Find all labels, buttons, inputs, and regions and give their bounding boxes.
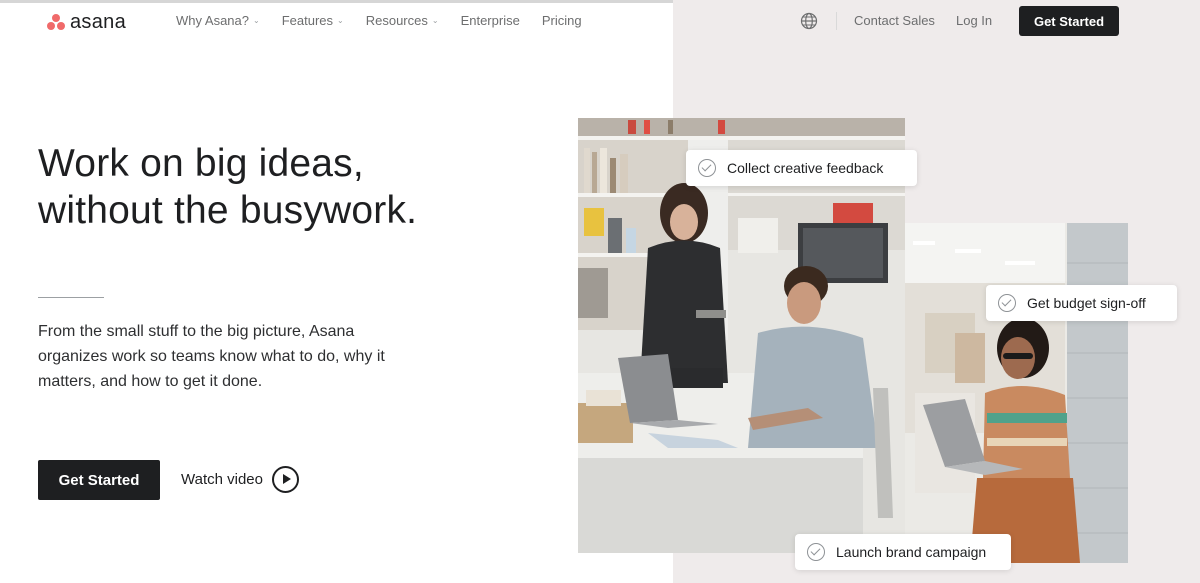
globe-icon[interactable]: [800, 12, 818, 30]
nav-item-why-asana[interactable]: Why Asana? ⌄: [176, 13, 260, 28]
hero-photo-woman-laptop: [905, 223, 1128, 563]
check-circle-icon: [698, 159, 716, 177]
nav-item-enterprise[interactable]: Enterprise: [461, 13, 520, 28]
check-circle-icon: [807, 543, 825, 561]
header-get-started-button[interactable]: Get Started: [1019, 6, 1119, 36]
play-circle-icon: [271, 466, 299, 493]
logo-wordmark: asana: [70, 10, 126, 33]
headline-line-2: without the busywork.: [38, 189, 418, 232]
task-card-label: Get budget sign-off: [1027, 295, 1146, 311]
chevron-down-icon: ⌄: [431, 16, 439, 25]
nav-label: Enterprise: [460, 13, 520, 28]
nav-label: Pricing: [541, 13, 582, 28]
main-nav: Why Asana? ⌄ Features ⌄ Resources ⌄ Ente…: [176, 13, 604, 28]
nav-label: Resources: [365, 13, 428, 28]
nav-item-resources[interactable]: Resources ⌄: [366, 13, 439, 28]
nav-item-features[interactable]: Features ⌄: [282, 13, 344, 28]
nav-item-pricing[interactable]: Pricing: [542, 13, 582, 28]
asana-logo-icon: [46, 13, 66, 31]
hero-divider: [38, 297, 104, 298]
watch-video-label: Watch video: [181, 471, 263, 488]
contact-sales-link[interactable]: Contact Sales: [854, 13, 935, 28]
header-divider: [836, 12, 837, 30]
headline-line-1: Work on big ideas,: [38, 142, 364, 185]
hero-headline: Work on big ideas, without the busywork.: [38, 140, 558, 234]
task-card-label: Launch brand campaign: [836, 544, 987, 560]
task-card-brand-campaign: Launch brand campaign: [795, 534, 1011, 570]
chevron-down-icon: ⌄: [337, 16, 344, 25]
site-header: asana Why Asana? ⌄ Features ⌄ Resources …: [0, 3, 1200, 43]
check-circle-icon: [998, 294, 1016, 312]
nav-label: Why Asana?: [176, 13, 249, 28]
hero-get-started-button[interactable]: Get Started: [38, 460, 160, 500]
hero-subtext: From the small stuff to the big picture,…: [38, 323, 385, 390]
task-card-label: Collect creative feedback: [727, 160, 884, 176]
asana-logo[interactable]: asana: [46, 11, 126, 33]
nav-label: Features: [281, 13, 334, 28]
log-in-link[interactable]: Log In: [956, 13, 992, 28]
woman-photo-illustration: [905, 223, 1128, 563]
task-card-budget-signoff: Get budget sign-off: [986, 285, 1177, 321]
watch-video-button[interactable]: Watch video: [181, 466, 299, 493]
task-card-creative-feedback: Collect creative feedback: [686, 150, 917, 186]
chevron-down-icon: ⌄: [253, 16, 260, 25]
